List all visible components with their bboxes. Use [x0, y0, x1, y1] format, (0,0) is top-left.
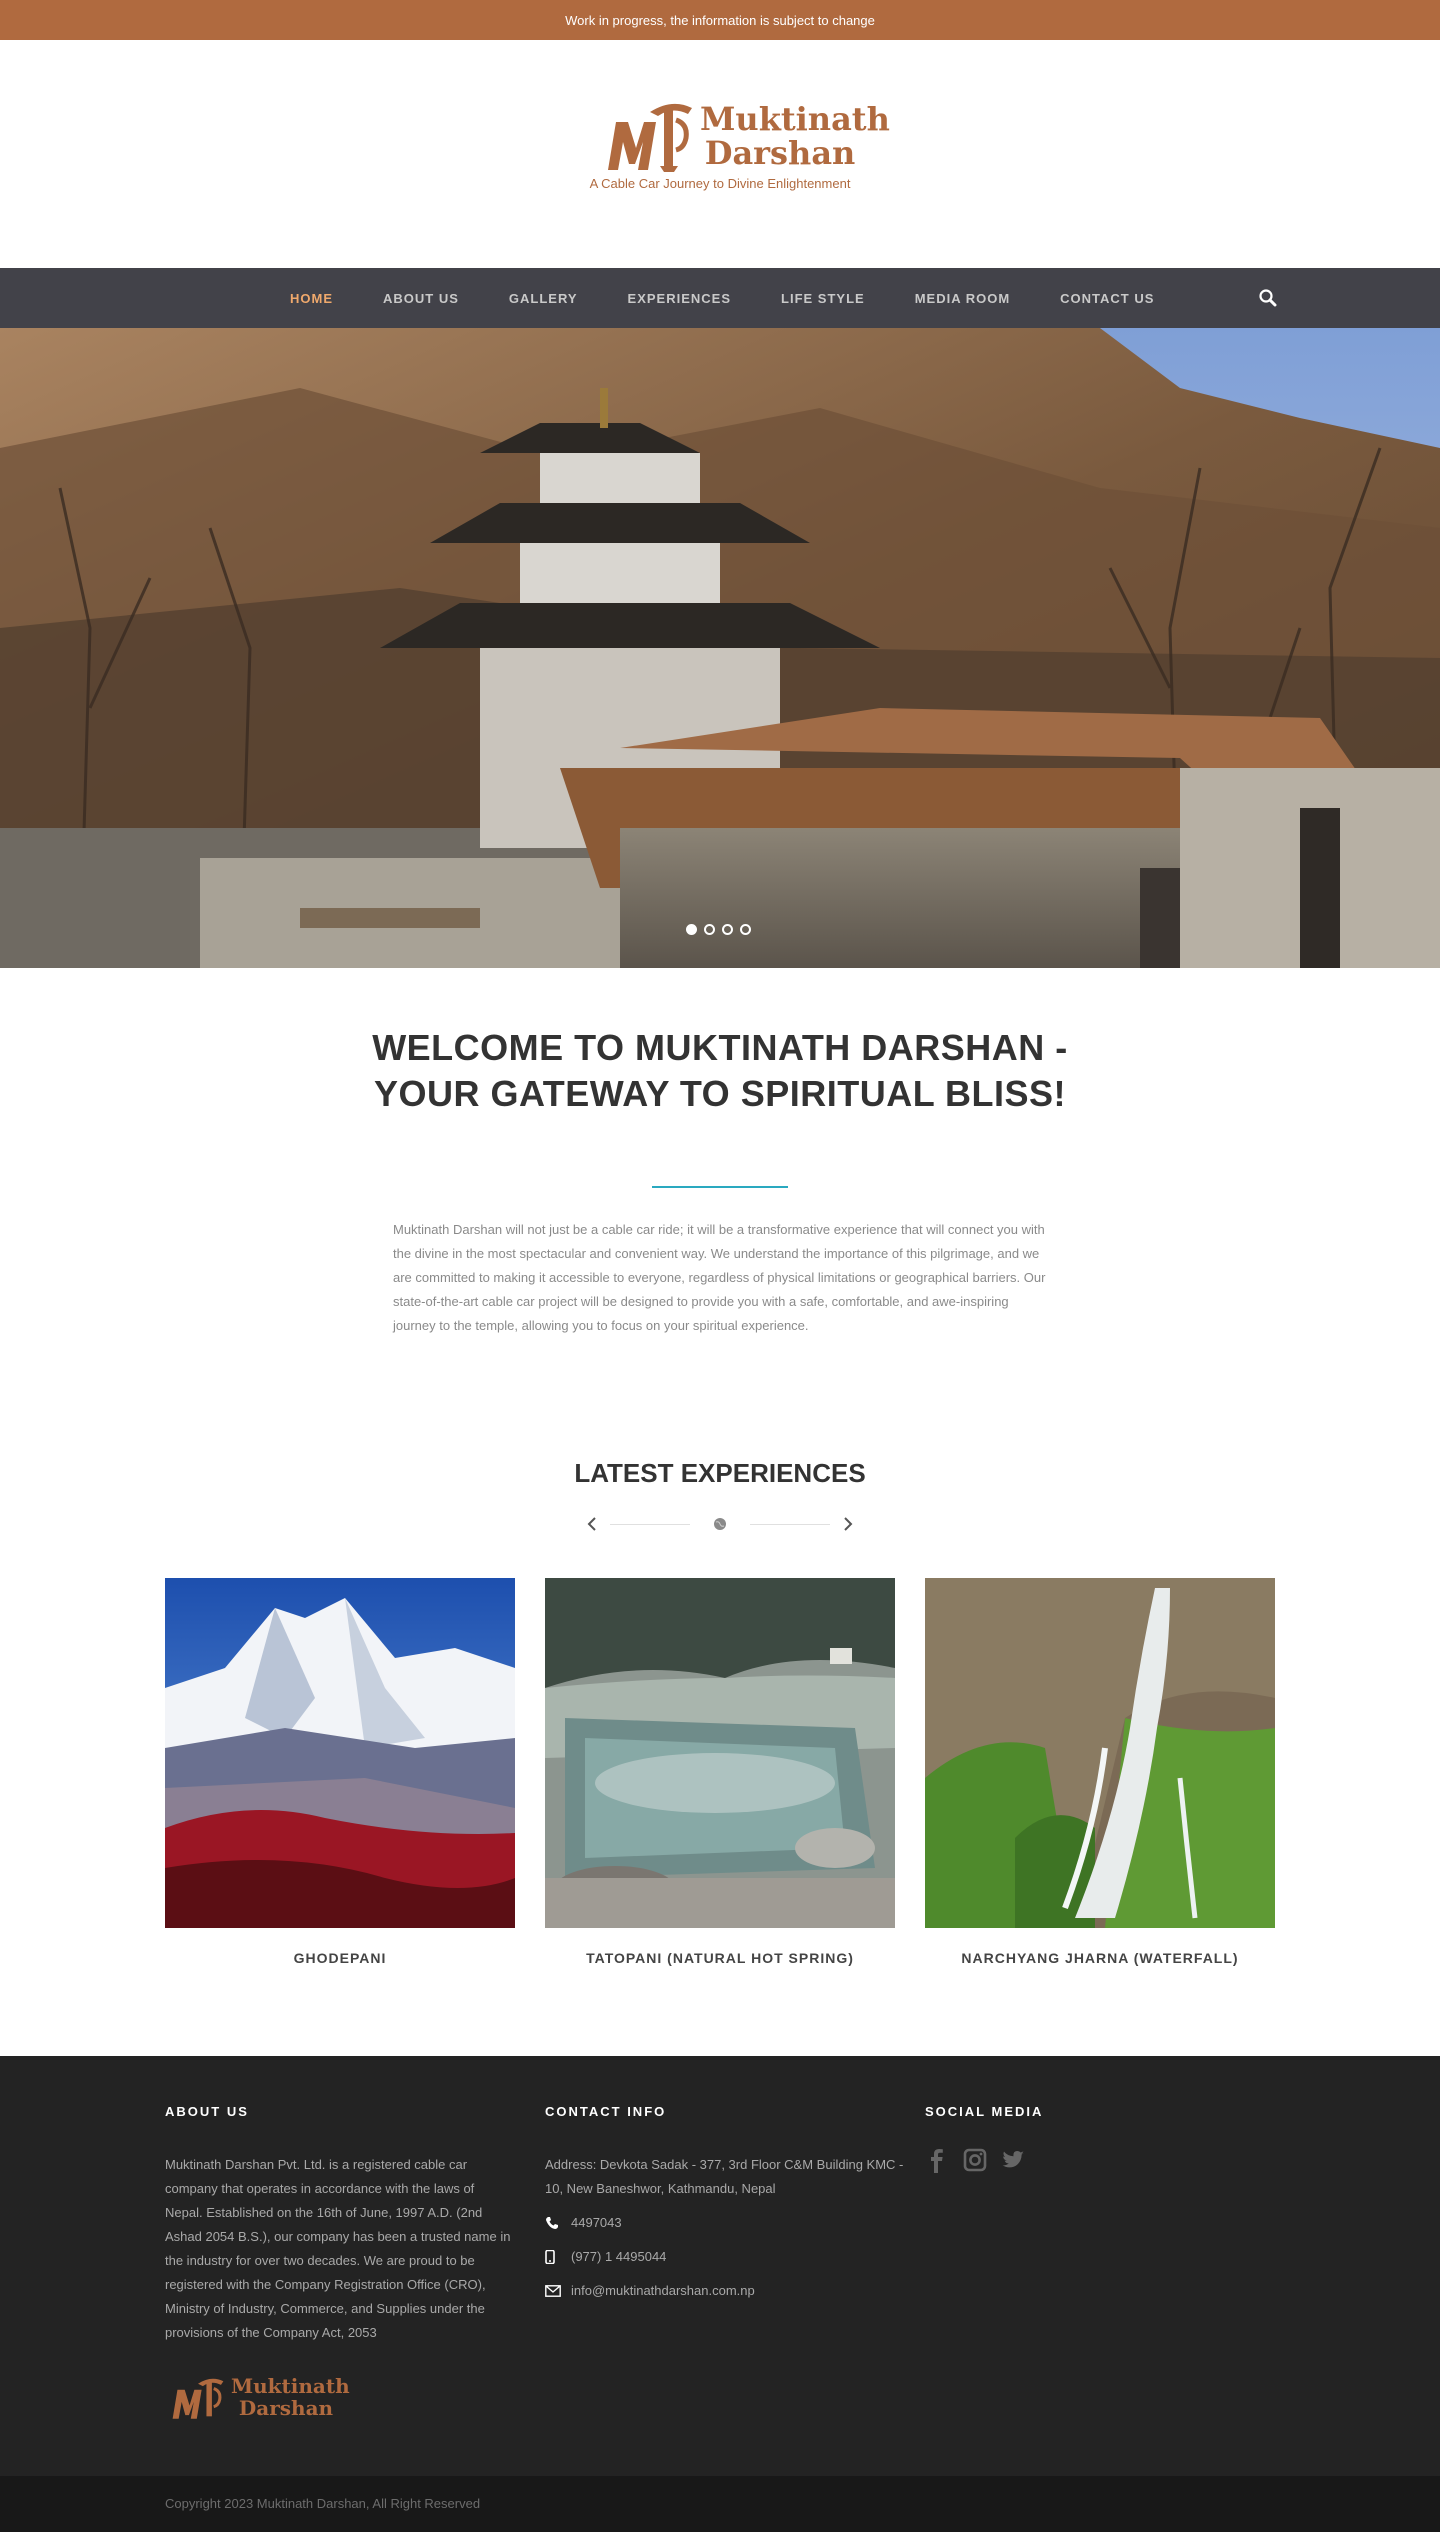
nav-menu: HOME ABOUT US GALLERY EXPERIENCES LIFE S… [290, 268, 1204, 328]
heading-divider [652, 1186, 788, 1188]
logo-mark-icon [172, 2378, 224, 2419]
narchyang-waterfall-image[interactable] [925, 1578, 1275, 1928]
main-navigation: HOME ABOUT US GALLERY EXPERIENCES LIFE S… [0, 268, 1440, 328]
contact-mobile-row: (977) 1 4495044 [545, 2245, 905, 2269]
divider-line [610, 1524, 690, 1525]
instagram-icon[interactable] [963, 2147, 987, 2173]
contact-email-row: info@muktinathdarshan.com.np [545, 2279, 905, 2303]
site-header: Muktinath Darshan A Cable Car Journey to… [0, 40, 1440, 268]
ghodepani-image[interactable] [165, 1578, 515, 1928]
footer-social-heading: SOCIAL MEDIA [925, 2104, 1044, 2119]
site-footer: ABOUT US Muktinath Darshan Pvt. Ltd. is … [0, 2056, 1440, 2476]
slider-dot-2[interactable] [704, 924, 715, 935]
logo-line-2: Darshan [704, 134, 856, 172]
footer-about: ABOUT US Muktinath Darshan Pvt. Ltd. is … [165, 2104, 515, 2427]
experience-card-ghodepani[interactable]: GHODEPANI [165, 1578, 515, 1966]
slider-dot-1[interactable] [686, 924, 697, 935]
copyright-text: Copyright 2023 Muktinath Darshan, All Ri… [165, 2496, 481, 2511]
facebook-icon[interactable] [925, 2147, 949, 2173]
contact-mobile[interactable]: (977) 1 4495044 [571, 2245, 666, 2269]
hero-slider[interactable] [0, 328, 1440, 968]
globe-icon [714, 1518, 726, 1530]
footer-logo[interactable]: Muktinath Darshan [165, 2371, 350, 2427]
footer-logo-line-2: Darshan [238, 2396, 334, 2420]
card-caption[interactable]: GHODEPANI [165, 1950, 515, 1966]
hero-temple-image [0, 328, 1440, 968]
phone-icon [545, 2216, 571, 2230]
logo-line-1: Muktinath [700, 100, 890, 138]
footer-contact-heading: CONTACT INFO [545, 2104, 667, 2119]
envelope-icon [545, 2285, 571, 2297]
divider-line [750, 1524, 830, 1525]
slider-dot-3[interactable] [722, 924, 733, 935]
slider-dots [686, 924, 751, 935]
contact-address: Address: Devkota Sadak - 377, 3rd Floor … [545, 2157, 904, 2196]
chevron-left-icon[interactable] [580, 1512, 604, 1536]
contact-phone-row: 4497043 [545, 2211, 905, 2235]
experiences-carousel-nav [580, 1512, 860, 1536]
footer-contact: CONTACT INFO Address: Devkota Sadak - 37… [545, 2104, 905, 2303]
footer-social: SOCIAL MEDIA [925, 2104, 1275, 2173]
tagline: A Cable Car Journey to Divine Enlightenm… [589, 176, 851, 191]
chevron-right-icon[interactable] [836, 1512, 860, 1536]
welcome-paragraph: Muktinath Darshan will not just be a cab… [393, 1222, 1046, 1333]
experience-card-tatopani[interactable]: TATOPANI (NATURAL HOT SPRING) [545, 1578, 895, 1966]
nav-item-gallery[interactable]: GALLERY [509, 291, 578, 306]
contact-email[interactable]: info@muktinathdarshan.com.np [571, 2279, 755, 2303]
nav-item-contact-us[interactable]: CONTACT US [1060, 291, 1154, 306]
nav-item-home[interactable]: HOME [290, 291, 333, 306]
card-caption[interactable]: NARCHYANG JHARNA (WATERFALL) [925, 1950, 1275, 1966]
welcome-heading: WELCOME TO MUKTINATH DARSHAN - YOUR GATE… [372, 1027, 1068, 1114]
card-caption[interactable]: TATOPANI (NATURAL HOT SPRING) [545, 1950, 895, 1966]
notice-text: Work in progress, the information is sub… [565, 12, 875, 28]
search-icon[interactable] [1256, 286, 1280, 310]
copyright-bar: Copyright 2023 Muktinath Darshan, All Ri… [0, 2476, 1440, 2532]
footer-about-heading: ABOUT US [165, 2104, 249, 2119]
tatopani-image[interactable] [545, 1578, 895, 1928]
social-links [925, 2147, 1275, 2173]
nav-item-media-room[interactable]: MEDIA ROOM [915, 291, 1010, 306]
nav-item-about-us[interactable]: ABOUT US [383, 291, 459, 306]
nav-item-life-style[interactable]: LIFE STYLE [781, 291, 865, 306]
footer-logo-wordmark: Muktinath Darshan [231, 2374, 350, 2420]
notice-bar: Work in progress, the information is sub… [0, 0, 1440, 40]
logo-wordmark: Muktinath Darshan [700, 100, 890, 172]
nav-item-experiences[interactable]: EXPERIENCES [628, 291, 731, 306]
footer-about-text: Muktinath Darshan Pvt. Ltd. is a registe… [165, 2157, 511, 2340]
contact-phone[interactable]: 4497043 [571, 2211, 622, 2235]
logo-mark-icon [608, 103, 692, 172]
experience-card-narchyang-jharna[interactable]: NARCHYANG JHARNA (WATERFALL) [925, 1578, 1275, 1966]
footer-logo-line-1: Muktinath [231, 2374, 350, 2398]
mobile-icon [545, 2250, 571, 2264]
slider-dot-4[interactable] [740, 924, 751, 935]
experiences-heading: LATEST EXPERIENCES [574, 1458, 866, 1488]
twitter-icon[interactable] [1001, 2147, 1025, 2173]
